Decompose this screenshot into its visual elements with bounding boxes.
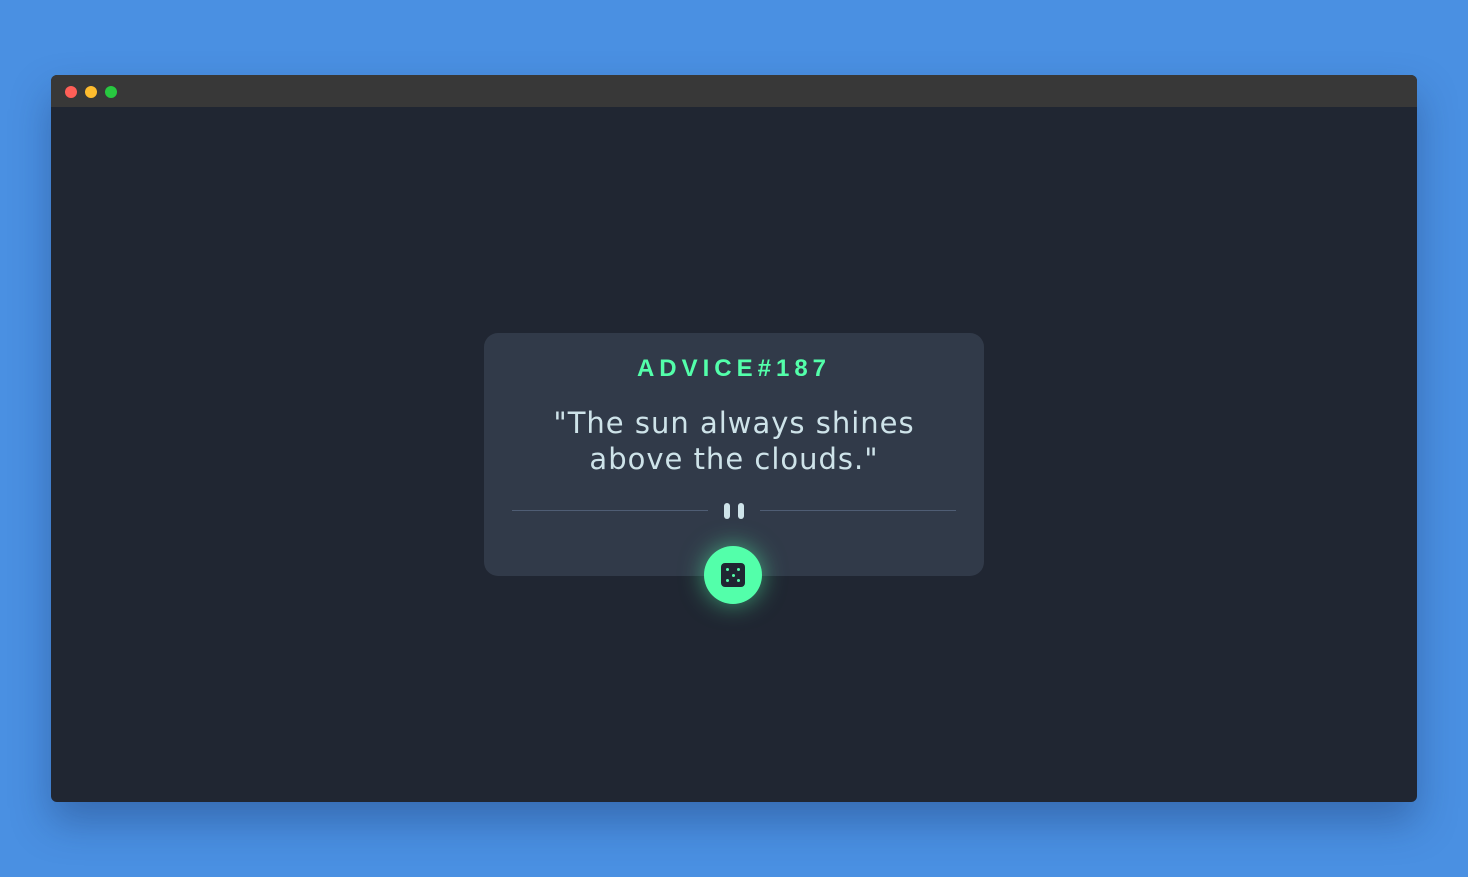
- pattern-divider: [512, 501, 956, 521]
- new-advice-button[interactable]: [704, 546, 762, 604]
- advice-card: ADVICE#187 "The sun always shines above …: [484, 333, 984, 576]
- close-window-button[interactable]: [65, 86, 77, 98]
- pause-icon: [723, 503, 747, 519]
- minimize-window-button[interactable]: [85, 86, 97, 98]
- advice-id-heading: ADVICE#187: [636, 355, 832, 382]
- maximize-window-button[interactable]: [105, 86, 117, 98]
- advice-quote: "The sun always shines above the clouds.…: [553, 406, 915, 476]
- window-titlebar: [51, 75, 1417, 107]
- divider-line-left: [512, 510, 708, 511]
- app-window: ADVICE#187 "The sun always shines above …: [51, 75, 1417, 802]
- divider-line-right: [760, 510, 956, 511]
- dice-icon: [721, 563, 745, 587]
